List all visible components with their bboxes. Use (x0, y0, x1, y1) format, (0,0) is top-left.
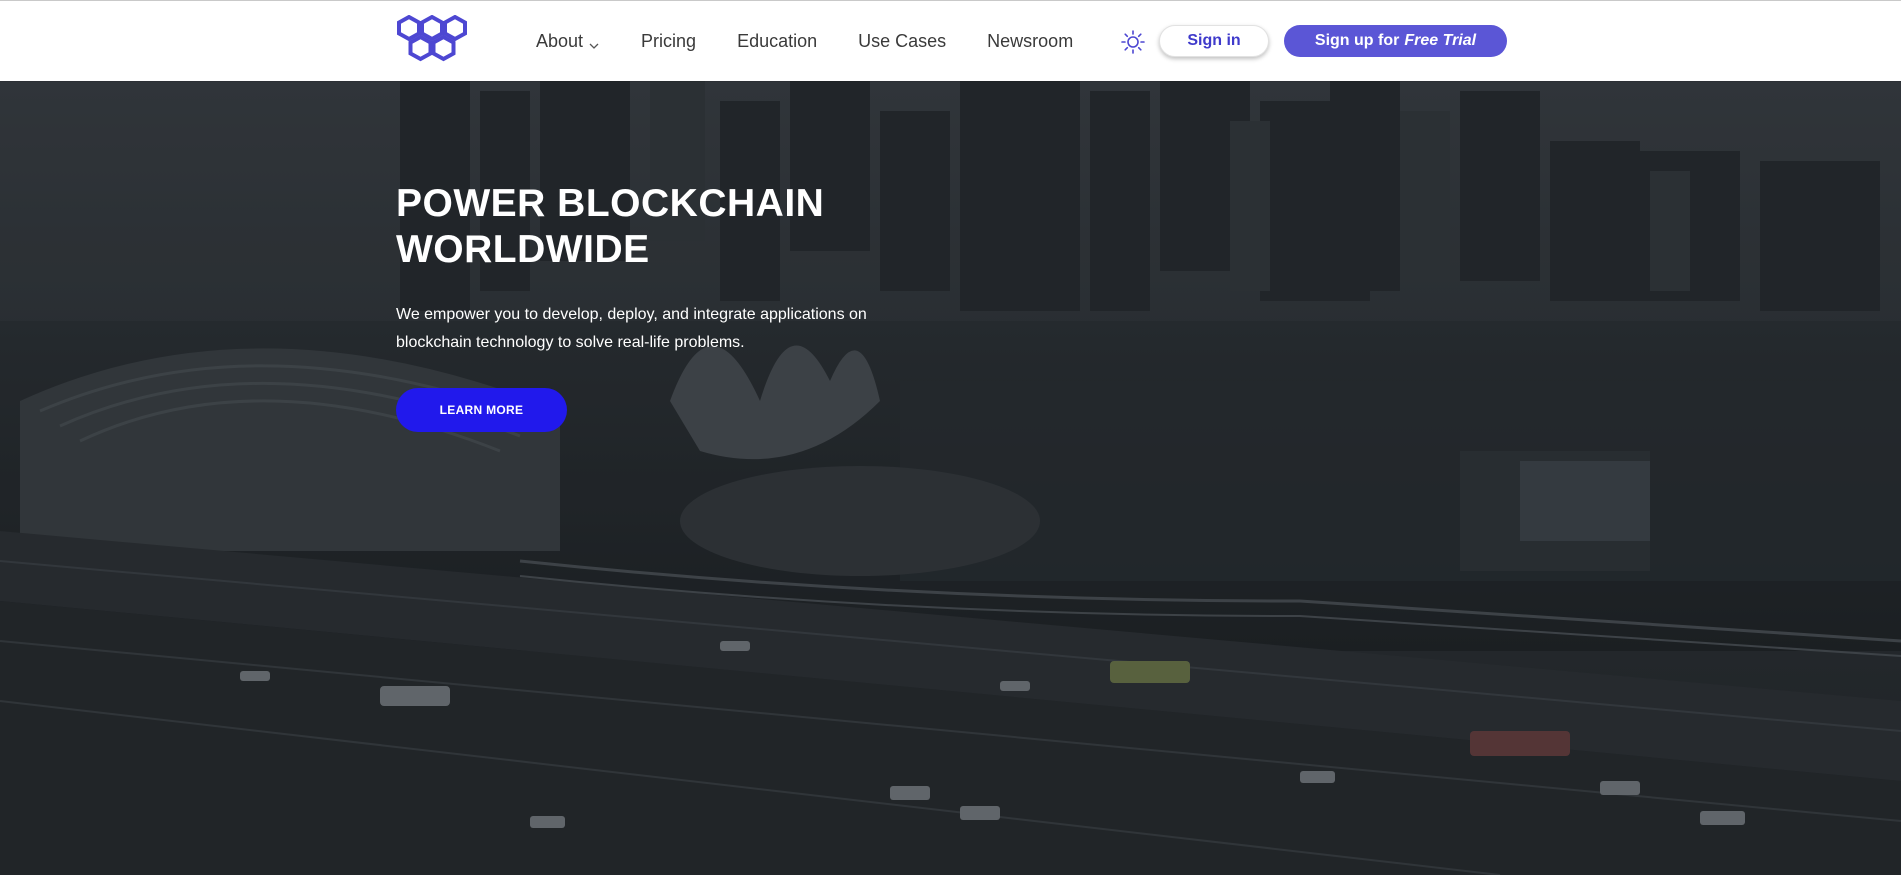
hero-title-line-2: WORLDWIDE (396, 228, 650, 271)
hexagon-logo-icon[interactable] (395, 14, 477, 65)
nav-item-about[interactable]: About (536, 31, 600, 52)
nav-item-label: Education (737, 31, 818, 51)
nav-item-use-cases[interactable]: Use Cases (858, 31, 946, 52)
learn-more-label: LEARN MORE (439, 403, 524, 417)
sun-icon[interactable] (1120, 29, 1146, 55)
sign-up-free-trial-button[interactable]: Sign up for Free Trial (1284, 25, 1507, 57)
sign-in-label: Sign in (1187, 32, 1241, 49)
hero-section: POWER BLOCKCHAIN WORLDWIDE We empower yo… (0, 81, 1901, 875)
sign-in-button[interactable]: Sign in (1159, 25, 1269, 57)
nav-item-label: Use Cases (858, 31, 947, 51)
nav-item-label: Pricing (641, 31, 697, 51)
free-trial-emphasis: Free Trial (1404, 32, 1477, 49)
hero-description-line-2: blockchain technology to solve real-life… (396, 334, 745, 351)
main-nav: About Pricing Education Use Cases Newsro… (536, 1, 1114, 82)
sign-up-prefix: Sign up for (1314, 32, 1400, 49)
hero-title-line-1: POWER BLOCKCHAIN (396, 182, 825, 225)
nav-item-label: About (536, 31, 584, 51)
hero-title: POWER BLOCKCHAIN WORLDWIDE (396, 181, 996, 273)
hero-description: We empower you to develop, deploy, and i… (396, 301, 896, 357)
hero-description-line-1: We empower you to develop, deploy, and i… (396, 306, 867, 323)
nav-item-newsroom[interactable]: Newsroom (987, 31, 1073, 52)
chevron-down-icon (588, 36, 600, 49)
learn-more-button[interactable]: LEARN MORE (396, 388, 567, 432)
nav-item-label: Newsroom (987, 31, 1074, 51)
nav-item-education[interactable]: Education (737, 31, 817, 52)
site-header: About Pricing Education Use Cases Newsro… (0, 0, 1901, 81)
nav-item-pricing[interactable]: Pricing (641, 31, 696, 52)
